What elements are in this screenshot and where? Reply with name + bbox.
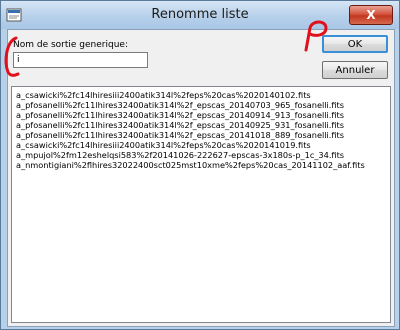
dialog-window: Renomme liste X Nom de sortie generique:… [0,0,400,330]
list-item[interactable]: a_pfosanelli%2fc11lhires32400atik314l%2f… [16,100,386,110]
output-name-label: Nom de sortie generique: [13,40,128,50]
list-item[interactable]: a_csawicki%2fc14lhiresiii2400atik314l%2f… [16,140,386,150]
list-item[interactable]: a_csawicki%2fc14lhiresiii2400atik314l%2f… [16,90,386,100]
output-name-input[interactable] [13,52,148,68]
ok-button[interactable]: OK [322,35,388,53]
list-item[interactable]: a_pfosanelli%2fc11lhires32400atik314l%2f… [16,110,386,120]
file-list[interactable]: a_csawicki%2fc14lhiresiii2400atik314l%2f… [11,86,391,323]
list-item[interactable]: a_nmontigiani%2flhires32022400sct025mst1… [16,160,386,170]
window-title: Renomme liste [151,7,249,22]
list-item[interactable]: a_pfosanelli%2fc11lhires32400atik314l%2f… [16,130,386,140]
close-icon: X [366,8,376,22]
cancel-button[interactable]: Annuler [322,61,388,79]
title-bar[interactable]: Renomme liste X [1,1,399,29]
close-button[interactable]: X [349,5,393,25]
list-item[interactable]: a_mpujol%2fm12eshelqsi583%2f20141026-222… [16,150,386,160]
dialog-body: Nom de sortie generique: OK Annuler a_cs… [7,29,395,327]
list-item[interactable]: a_pfosanelli%2fc11lhires32400atik314l%2f… [16,120,386,130]
